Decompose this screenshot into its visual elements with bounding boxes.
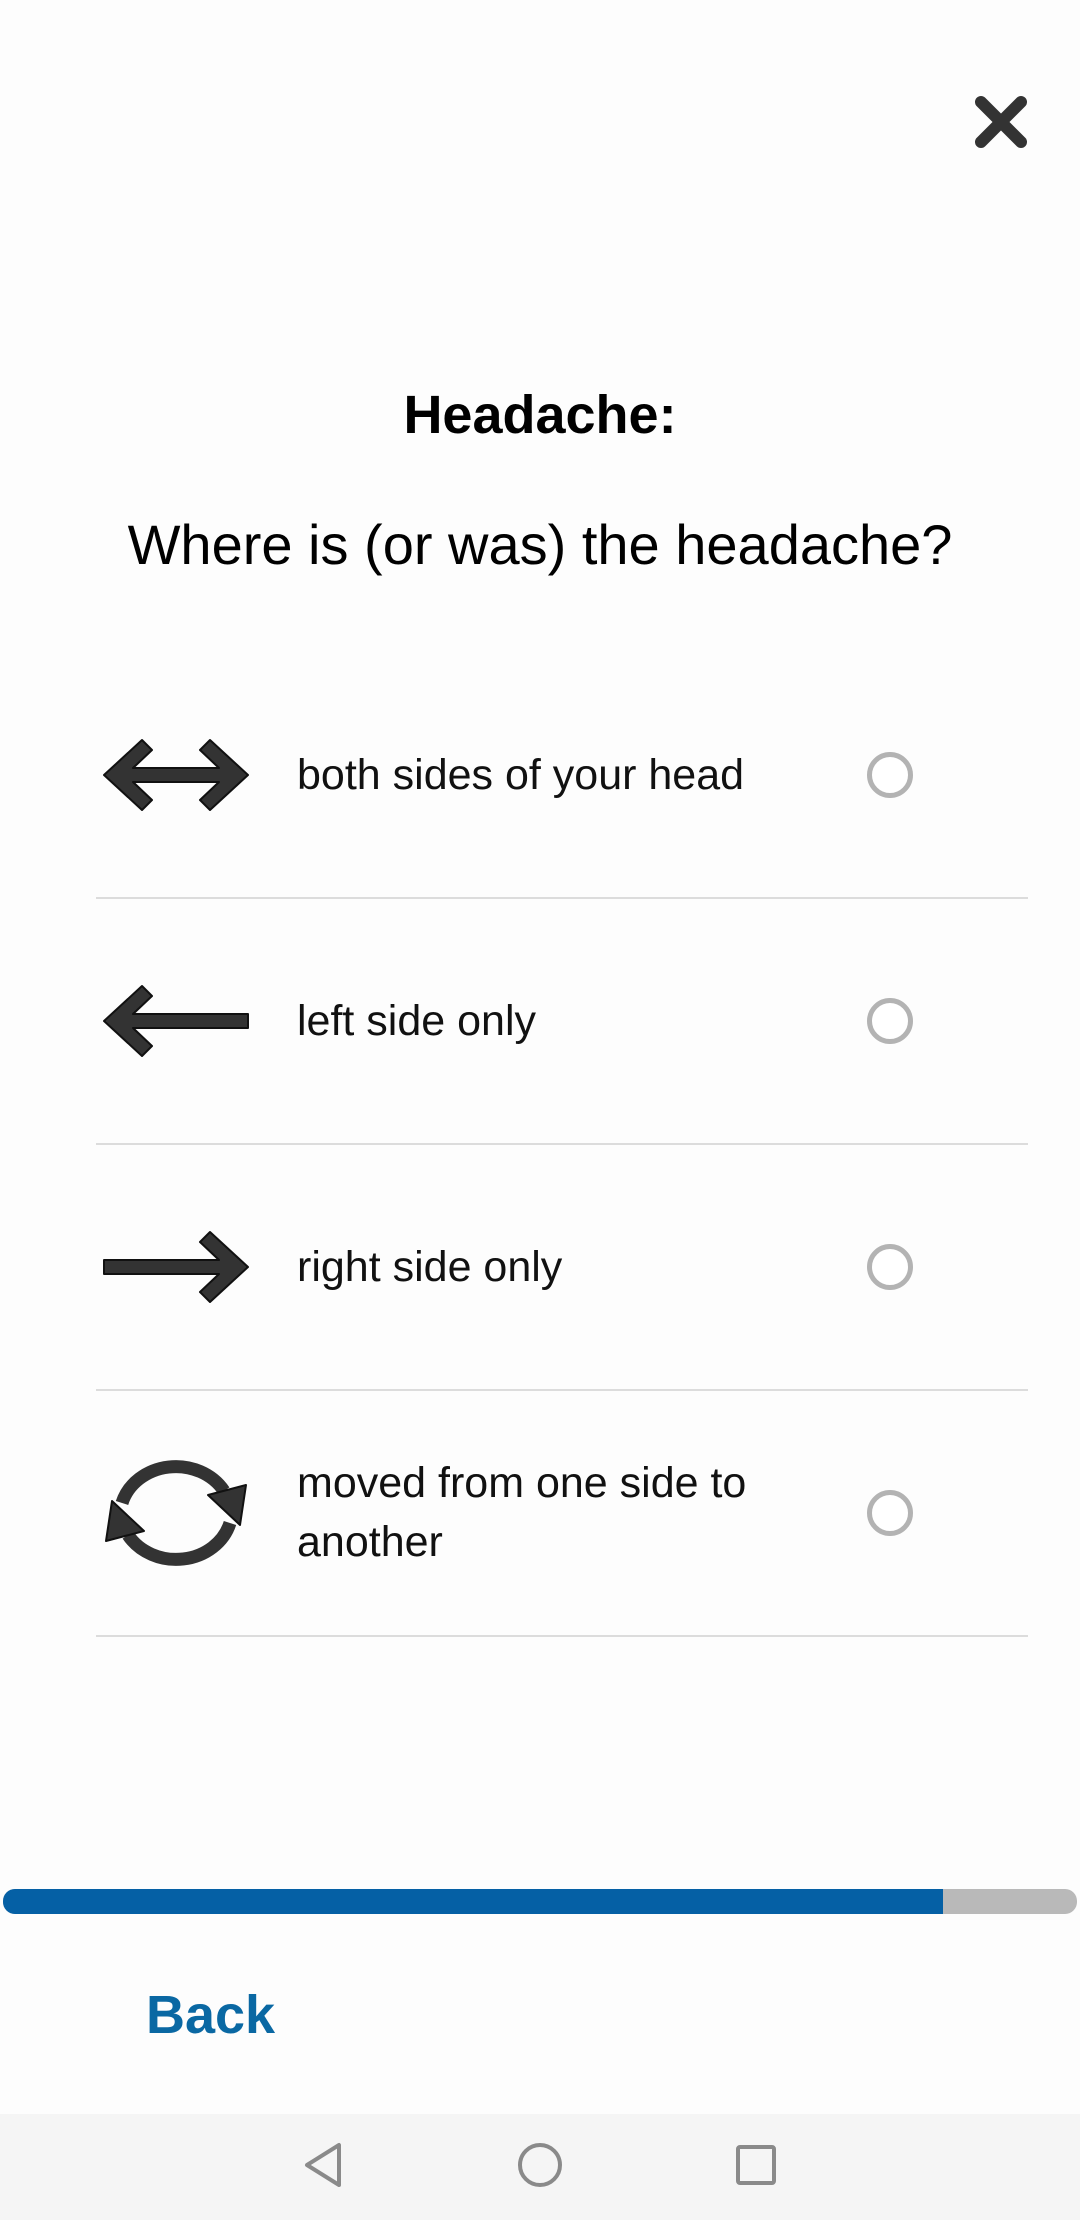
recents-square-icon <box>734 2143 778 2192</box>
nav-recents-button[interactable] <box>723 2134 789 2200</box>
system-nav-bar <box>0 2114 1080 2220</box>
back-triangle-icon <box>301 2140 347 2195</box>
option-moved-sides[interactable]: moved from one side to another <box>96 1391 1028 1637</box>
options-list: both sides of your head left side only r… <box>96 653 1028 1637</box>
close-button[interactable] <box>965 88 1037 160</box>
home-circle-icon <box>516 2141 564 2194</box>
arrow-left-icon <box>96 941 256 1101</box>
page-title: Headache: <box>403 385 677 445</box>
radio-button[interactable] <box>867 752 913 798</box>
option-right-side[interactable]: right side only <box>96 1145 1028 1391</box>
option-left-side[interactable]: left side only <box>96 899 1028 1145</box>
close-icon <box>973 94 1029 155</box>
nav-home-button[interactable] <box>507 2134 573 2200</box>
double-arrow-icon <box>96 695 256 855</box>
option-label: right side only <box>297 1242 563 1291</box>
option-label: left side only <box>297 996 537 1045</box>
progress-fill <box>3 1889 943 1914</box>
radio-button[interactable] <box>867 1244 913 1290</box>
back-button[interactable]: Back <box>146 1980 275 2050</box>
radio-button[interactable] <box>867 998 913 1044</box>
arrow-right-icon <box>96 1187 256 1347</box>
nav-back-button[interactable] <box>291 2134 357 2200</box>
option-label: moved from one side to another <box>297 1459 747 1566</box>
progress-bar <box>3 1889 1077 1914</box>
option-both-sides[interactable]: both sides of your head <box>96 653 1028 899</box>
refresh-cycle-icon <box>96 1433 256 1593</box>
radio-button[interactable] <box>867 1490 913 1536</box>
option-label: both sides of your head <box>297 750 745 799</box>
question-text: Where is (or was) the headache? <box>127 513 953 576</box>
